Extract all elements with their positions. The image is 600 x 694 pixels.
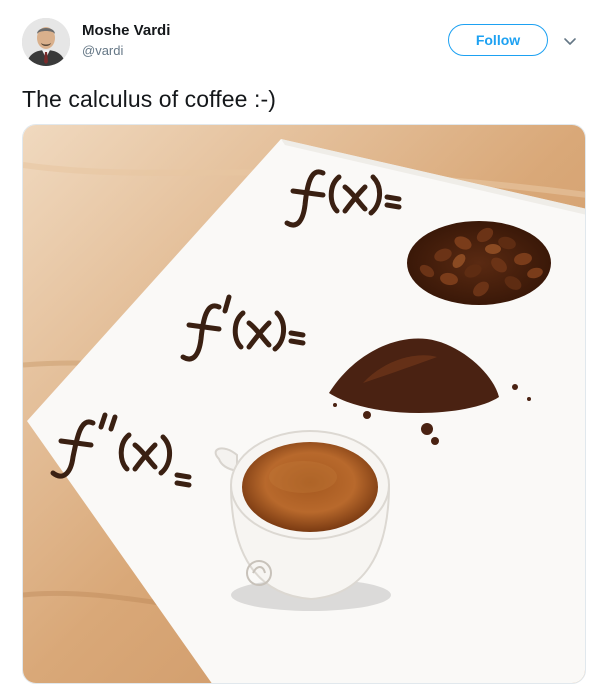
tweet-media-photo[interactable] [22,124,586,684]
tweet-text: The calculus of coffee :-) [22,86,277,112]
tweet-header: Moshe Vardi @vardi Follow [0,0,600,80]
coffee-calculus-photo [23,125,585,683]
avatar[interactable] [22,18,70,66]
display-name[interactable]: Moshe Vardi [82,22,170,39]
profile-photo-icon [22,18,70,66]
more-options-caret[interactable] [560,32,580,52]
user-handle[interactable]: @vardi [82,43,123,58]
chevron-down-icon [564,38,576,45]
coffee-beans-pile [407,221,551,305]
follow-button[interactable]: Follow [448,24,548,56]
